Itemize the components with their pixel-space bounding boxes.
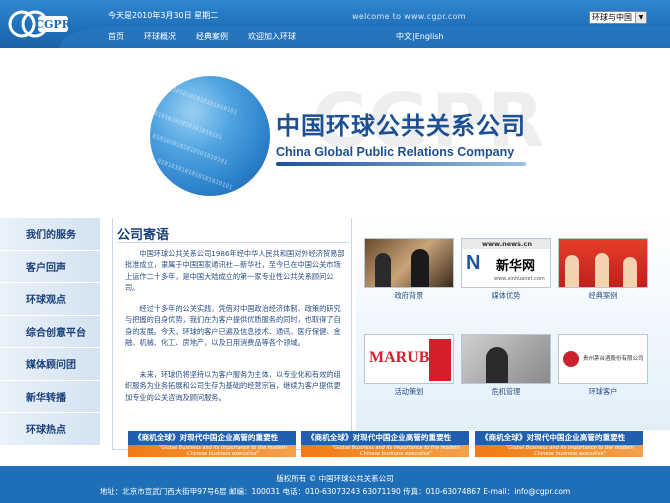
moutai-logo: 贵州茅台酒股份有限公司 (558, 334, 648, 384)
welcome-text: welcome to www.cgpr.com (352, 12, 466, 21)
cgpr-logo[interactable]: CGPR (8, 4, 70, 44)
sidebar-item-xinhua-broadcast[interactable]: 新华转播 (0, 380, 100, 413)
hero-banner: CGPR 0101010101010101010101 010101010101… (0, 48, 670, 218)
cases-photo (558, 238, 648, 288)
title-underline (276, 162, 526, 166)
copyright: 版权所有 © 中国环球公共关系公司 (276, 474, 394, 483)
contact-address: 地址：北京市宣武门西大街甲97号6层 邮编：100031 电话：010-6307… (99, 487, 571, 496)
globe-image: 0101010101010101010101 01010101010101010… (150, 76, 270, 196)
paragraph: 经过十多年的公关实践，凭借对中国政治经济体制、政策的研究与把握的自身优势，我们在… (125, 304, 341, 347)
sidebar-item-client-feedback[interactable]: 客户回声 (0, 250, 100, 283)
company-title-cn: 中国环球公共关系公司 (276, 111, 526, 140)
footer: 版权所有 © 中国环球公共关系公司 地址：北京市宣武门西大街甲97号6层 邮编：… (0, 466, 670, 503)
paragraph: 未来，环球仍将坚持以为客户服务为主体，以专业化和有效的组织服务为业务拓展和公司生… (125, 370, 341, 402)
site-select-value: 环球与中国 (592, 13, 632, 22)
logo-text: CGPR (35, 18, 70, 31)
promo-banner[interactable]: 《商机全球》对现代中国企业高管的重要性 "Global Business and… (301, 431, 469, 457)
language-switch[interactable]: 中文|English (396, 31, 444, 42)
thumb-events[interactable]: MARUBI 活动策划 (364, 334, 454, 397)
thumb-clients[interactable]: 贵州茅台酒股份有限公司 环球客户 (558, 334, 648, 397)
company-title-en: China Global Public Relations Company (276, 145, 515, 159)
current-date: 今天是2010年3月30日 星期二 (108, 11, 219, 20)
sidebar-item-viewpoints[interactable]: 环球观点 (0, 283, 100, 316)
marubi-logo: MARUBI (364, 334, 454, 384)
feature-grid: 政府背景 www.news.cn N 新华网 www.xinhuanet.com… (356, 218, 670, 430)
sidebar-item-hot-topics[interactable]: 环球热点 (0, 413, 100, 446)
thumb-caption: 媒体优势 (491, 291, 521, 300)
thumb-caption: 政府背景 (394, 291, 424, 300)
nav-item-home[interactable]: 首页 (108, 31, 124, 42)
thumb-government[interactable]: 政府背景 (364, 238, 454, 301)
thumb-crisis[interactable]: 危机管理 (461, 334, 551, 397)
thumb-caption: 危机管理 (491, 387, 521, 396)
sidebar: 我们的服务 客户回声 环球观点 综合创意平台 媒体顾问团 新华转播 环球热点 (0, 218, 100, 448)
thumb-caption: 活动策划 (394, 387, 424, 396)
sidebar-item-services[interactable]: 我们的服务 (0, 218, 100, 251)
thumb-cases[interactable]: 经典案例 (558, 238, 648, 301)
government-photo (364, 238, 454, 288)
crisis-photo (461, 334, 551, 384)
chevron-down-icon[interactable]: ▼ (635, 12, 646, 23)
sidebar-item-creative-platform[interactable]: 综合创意平台 (0, 315, 100, 348)
nav-item-cases[interactable]: 经典案例 (196, 31, 228, 42)
paragraph: 中国环球公共关系公司1986年经中华人民共和国对外经济贸易部批准成立，隶属于中国… (125, 249, 345, 292)
sidebar-item-media-advisors[interactable]: 媒体顾问团 (0, 348, 100, 381)
xinhua-logo: www.news.cn N 新华网 www.xinhuanet.com (461, 238, 551, 288)
thumb-media[interactable]: www.news.cn N 新华网 www.xinhuanet.com 媒体优势 (461, 238, 551, 301)
promo-banner[interactable]: 《商机全球》对现代中国企业高管的重要性 "Global Business and… (128, 431, 296, 457)
promo-banner[interactable]: 《商机全球》对现代中国企业高管的重要性 "Global Business and… (475, 431, 643, 457)
thumb-caption: 经典案例 (588, 291, 618, 300)
top-nav: 首页 环球概况 经典案例 欢迎加入环球 (108, 31, 316, 42)
header-bar: CGPR 今天是2010年3月30日 星期二 welcome to www.cg… (0, 0, 670, 48)
company-message-panel: 公司寄语 中国环球公共关系公司1986年经中华人民共和国对外经济贸易部批准成立，… (112, 218, 352, 450)
nav-item-join[interactable]: 欢迎加入环球 (248, 31, 296, 42)
divider (117, 242, 349, 243)
section-title: 公司寄语 (117, 228, 170, 243)
thumb-caption: 环球客户 (588, 387, 618, 396)
site-select[interactable]: 环球与中国 ▼ (589, 11, 647, 24)
nav-item-overview[interactable]: 环球概况 (144, 31, 176, 42)
